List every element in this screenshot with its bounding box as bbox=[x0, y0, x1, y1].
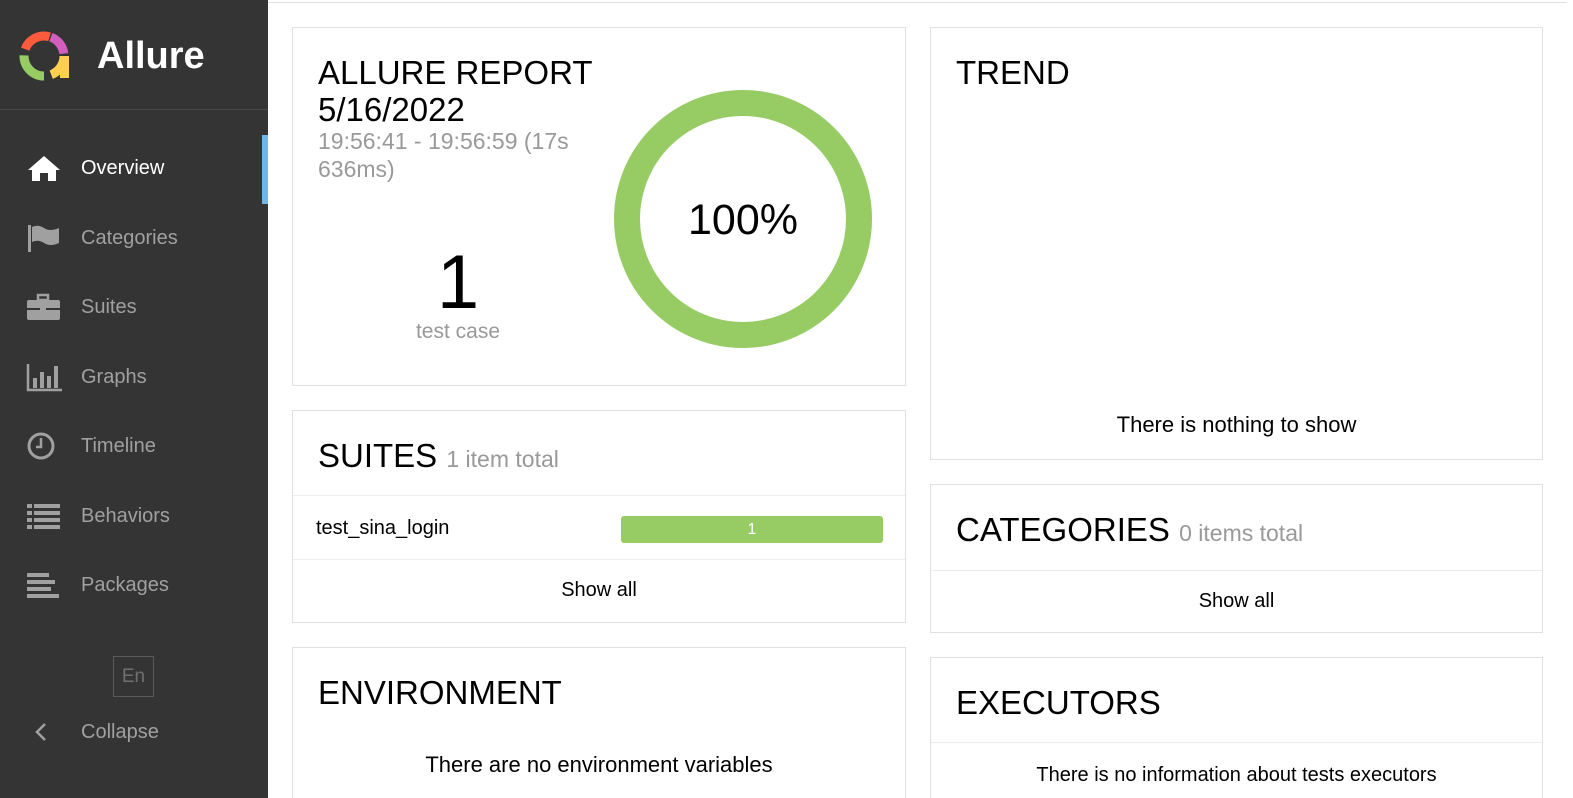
trend-empty-text: There is nothing to show bbox=[1116, 412, 1357, 437]
suites-count: 1 item total bbox=[446, 446, 559, 472]
sidebar-item-label: Behaviors bbox=[81, 504, 170, 527]
report-date: 5/16/2022 bbox=[318, 91, 465, 128]
suites-title: SUITES bbox=[318, 437, 438, 474]
report-title-line: ALLURE REPORT bbox=[318, 54, 593, 91]
categories-title: CATEGORIES bbox=[956, 511, 1170, 548]
sidebar: Allure Overview Categories Suites Graphs… bbox=[0, 0, 268, 798]
align-left-icon bbox=[27, 573, 59, 598]
sidebar-item-graphs[interactable]: Graphs bbox=[0, 344, 268, 414]
sidebar-item-suites[interactable]: Suites bbox=[0, 274, 268, 344]
categories-show-all-link[interactable]: Show all bbox=[931, 590, 1542, 613]
sidebar-item-timeline[interactable]: Timeline bbox=[0, 413, 268, 483]
trend-title: TREND bbox=[956, 54, 1070, 91]
time-range-line: 19:56:41 - 19:56:59 (17s bbox=[318, 128, 569, 154]
sidebar-nav: Overview Categories Suites Graphs Timeli… bbox=[0, 135, 268, 622]
suites-header: SUITES 1 item total bbox=[318, 437, 559, 475]
categories-header: CATEGORIES 0 items total bbox=[956, 511, 1303, 549]
environment-empty-text: There are no environment variables bbox=[425, 752, 773, 777]
sidebar-item-label: Graphs bbox=[81, 365, 147, 388]
suite-passed-count: 1 bbox=[747, 521, 757, 538]
divider bbox=[931, 570, 1542, 571]
suite-name: test_sina_login bbox=[316, 517, 450, 539]
app-title: Allure bbox=[97, 35, 205, 77]
sidebar-item-label: Timeline bbox=[81, 435, 156, 457]
divider bbox=[293, 559, 905, 560]
sidebar-item-label: Overview bbox=[81, 157, 165, 179]
suites-show-all-link[interactable]: Show all bbox=[293, 579, 905, 602]
sidebar-item-behaviors[interactable]: Behaviors bbox=[0, 483, 268, 553]
suites-widget: SUITES 1 item total test_sina_login 1 Sh… bbox=[292, 410, 906, 623]
list-icon bbox=[27, 503, 60, 529]
test-count-label: test case bbox=[415, 320, 501, 343]
executors-widget: EXECUTORS There is no information about … bbox=[930, 657, 1543, 798]
language-switcher[interactable]: En bbox=[113, 656, 154, 697]
suite-row[interactable]: test_sina_login 1 bbox=[293, 496, 905, 559]
report-title: ALLURE REPORT 5/16/2022 bbox=[318, 54, 592, 128]
allure-logo-icon bbox=[19, 31, 69, 81]
chevron-left-icon bbox=[35, 723, 46, 741]
trend-widget: TREND There is nothing to show bbox=[930, 27, 1543, 460]
time-range-line: 636ms) bbox=[318, 156, 395, 182]
environment-widget: ENVIRONMENT There are no environment var… bbox=[292, 647, 906, 798]
sidebar-item-label: Suites bbox=[81, 296, 137, 318]
executors-empty-text: There is no information about tests exec… bbox=[1036, 764, 1437, 786]
categories-count: 0 items total bbox=[1179, 520, 1304, 546]
environment-title: ENVIRONMENT bbox=[318, 674, 562, 711]
flag-icon bbox=[28, 224, 59, 252]
bar-chart-icon bbox=[26, 363, 62, 391]
suite-status-bar: 1 bbox=[621, 516, 883, 543]
sidebar-item-label: Packages bbox=[81, 574, 169, 596]
executors-title: EXECUTORS bbox=[956, 684, 1161, 721]
collapse-button[interactable]: Collapse bbox=[0, 712, 268, 752]
sidebar-item-packages[interactable]: Packages bbox=[0, 552, 268, 622]
summary-widget: ALLURE REPORT 5/16/2022 19:56:41 - 19:56… bbox=[292, 27, 906, 386]
brand: Allure bbox=[0, 0, 268, 110]
briefcase-icon bbox=[27, 293, 60, 320]
test-count: 1 bbox=[436, 240, 480, 325]
top-border bbox=[268, 2, 1567, 3]
pass-percent: 100% bbox=[688, 196, 798, 244]
home-icon bbox=[28, 156, 60, 181]
divider bbox=[931, 742, 1542, 743]
report-time-range: 19:56:41 - 19:56:59 (17s 636ms) bbox=[318, 127, 569, 183]
categories-widget: CATEGORIES 0 items total Show all bbox=[930, 484, 1543, 633]
sidebar-item-label: Categories bbox=[81, 226, 178, 249]
collapse-label: Collapse bbox=[81, 721, 159, 743]
sidebar-item-categories[interactable]: Categories bbox=[0, 205, 268, 275]
clock-icon bbox=[27, 432, 55, 460]
sidebar-item-overview[interactable]: Overview bbox=[0, 135, 268, 205]
